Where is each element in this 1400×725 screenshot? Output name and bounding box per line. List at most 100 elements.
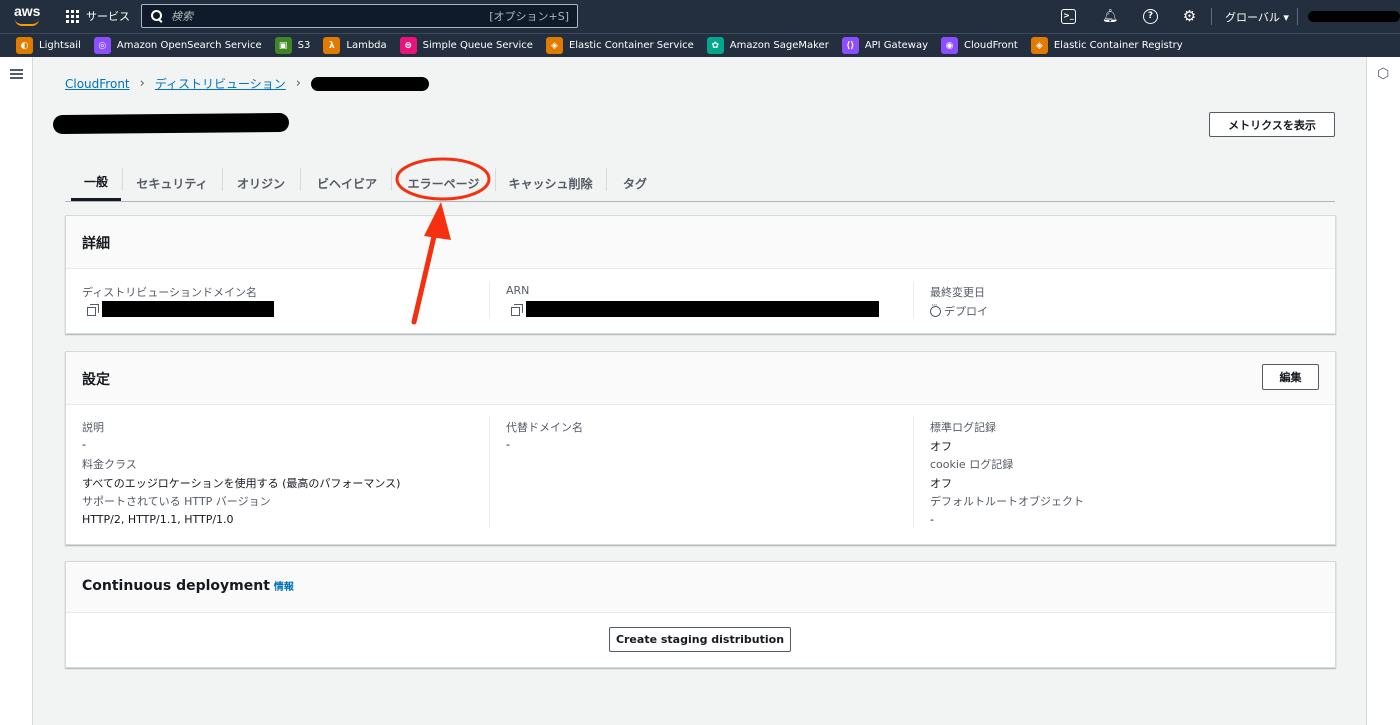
favorite-elastic-container-registry[interactable]: ◈ Elastic Container Registry bbox=[1030, 37, 1183, 54]
copy-icon[interactable] bbox=[87, 304, 99, 316]
default-root-object-value: - bbox=[930, 513, 934, 526]
details-panel: 詳細 ディストリビューションドメイン名 ARN 最終変更日 デプロイ bbox=[65, 215, 1336, 334]
favorite-api-gateway[interactable]: ⟨⟩ API Gateway bbox=[841, 37, 928, 54]
tab-bar: 一般 セキュリティ オリジン ビヘイビア エラーページ キャッシュ削除 タグ bbox=[65, 165, 1335, 202]
favorite-lightsail[interactable]: ◐ Lightsail bbox=[16, 37, 81, 54]
details-title: 詳細 bbox=[82, 236, 110, 252]
standard-logging-value: オフ bbox=[930, 440, 952, 453]
default-root-object-label: デフォルトルートオブジェクト bbox=[930, 495, 1084, 508]
domain-name-label: ディストリビューションドメイン名 bbox=[82, 286, 258, 299]
service-icon: ▣ bbox=[274, 37, 292, 54]
tab-error-pages[interactable]: エラーページ bbox=[397, 165, 490, 201]
alternate-domain-label: 代替ドメイン名 bbox=[506, 421, 583, 434]
pending-status-icon bbox=[930, 301, 941, 317]
tab-divider bbox=[300, 168, 301, 191]
service-icon: ⊜ bbox=[399, 37, 417, 54]
cookie-logging-label: cookie ログ記録 bbox=[930, 458, 1014, 471]
tab-behaviors[interactable]: ビヘイビア bbox=[306, 165, 388, 201]
account-menu-redacted[interactable] bbox=[1308, 11, 1400, 22]
page-title-redacted bbox=[52, 112, 290, 135]
favorite-amazon-sagemaker[interactable]: ✿ Amazon SageMaker bbox=[706, 37, 829, 54]
http-versions-label: サポートされている HTTP バージョン bbox=[82, 495, 271, 508]
service-icon: ◈ bbox=[545, 37, 563, 54]
tab-divider bbox=[495, 168, 496, 191]
tab-divider bbox=[391, 168, 392, 191]
right-rail: ⬡ bbox=[1366, 57, 1400, 725]
description-value: - bbox=[82, 438, 86, 451]
service-icon: ◈ bbox=[1030, 37, 1048, 54]
breadcrumb-distributions-link[interactable]: ディストリビューション bbox=[155, 75, 286, 92]
service-icon: ✿ bbox=[706, 37, 724, 54]
column-divider bbox=[489, 281, 490, 319]
service-icon: ⟨⟩ bbox=[841, 37, 859, 54]
last-modified-label: 最終変更日 bbox=[930, 286, 985, 299]
tab-origins[interactable]: オリジン bbox=[228, 165, 294, 201]
region-selector[interactable]: グローバル ▾ bbox=[1225, 9, 1289, 25]
service-icon: ◎ bbox=[93, 37, 111, 54]
info-link[interactable]: 情報 bbox=[274, 582, 294, 593]
search-icon bbox=[151, 10, 163, 22]
services-menu-button[interactable]: サービス bbox=[66, 8, 130, 24]
tab-security[interactable]: セキュリティ bbox=[128, 165, 216, 201]
favorites-bar: ◐ Lightsail ◎ Amazon OpenSearch Service ▣ S3 λ… bbox=[0, 33, 1400, 57]
view-metrics-button[interactable]: メトリクスを表示 bbox=[1209, 112, 1335, 137]
tab-invalidations[interactable]: キャッシュ削除 bbox=[501, 165, 600, 201]
domain-name-redacted bbox=[102, 301, 274, 317]
breadcrumb-current-redacted bbox=[310, 76, 429, 91]
last-modified-value: デプロイ bbox=[930, 301, 988, 319]
top-navigation: aws サービス [オプション+S] >_ 🔔︎ ? ⚙ グローバル ▾ bbox=[0, 0, 1400, 33]
tab-divider bbox=[122, 168, 123, 191]
search-input[interactable] bbox=[171, 9, 490, 23]
settings-title: 設定 bbox=[82, 372, 110, 388]
service-icon: ◐ bbox=[16, 37, 33, 54]
favorite-simple-queue-service[interactable]: ⊜ Simple Queue Service bbox=[399, 37, 533, 54]
column-divider bbox=[489, 416, 490, 528]
settings-panel: 設定 説明 - 料金クラス すべてのエッジロケーションを使用する (最高のパフォ… bbox=[65, 351, 1336, 545]
service-icon: λ bbox=[323, 37, 341, 54]
cookie-logging-value: オフ bbox=[930, 477, 952, 490]
tab-tags[interactable]: タグ bbox=[612, 165, 658, 201]
gear-icon[interactable]: ⚙ bbox=[1182, 9, 1197, 24]
chevron-right-icon: › bbox=[295, 76, 301, 91]
http-versions-value: HTTP/2, HTTP/1.1, HTTP/1.0 bbox=[82, 513, 234, 526]
menu-icon[interactable] bbox=[10, 69, 23, 79]
standard-logging-label: 標準ログ記録 bbox=[930, 421, 996, 434]
search-shortcut-hint: [オプション+S] bbox=[489, 10, 569, 23]
breadcrumb-cloudfront-link[interactable]: CloudFront bbox=[65, 77, 130, 91]
continuous-deployment-title: Continuous deployment 情報 bbox=[82, 578, 294, 594]
search-box[interactable]: [オプション+S] bbox=[141, 4, 578, 28]
create-staging-distribution-button[interactable]: Create staging distribution bbox=[609, 627, 791, 652]
tab-divider bbox=[606, 168, 607, 191]
favorite-s3[interactable]: ▣ S3 bbox=[274, 37, 310, 54]
arn-label: ARN bbox=[506, 284, 530, 297]
tab-general[interactable]: 一般 bbox=[71, 165, 121, 201]
grid-icon bbox=[66, 9, 79, 23]
divider bbox=[1211, 8, 1212, 25]
column-divider bbox=[913, 281, 914, 319]
bell-icon[interactable]: 🔔︎ bbox=[1102, 9, 1119, 24]
breadcrumb: CloudFront › ディストリビューション › bbox=[65, 75, 429, 92]
chevron-right-icon: › bbox=[139, 76, 145, 91]
details-panel-header: 詳細 bbox=[66, 216, 1335, 269]
favorite-elastic-container-service[interactable]: ◈ Elastic Container Service bbox=[545, 37, 694, 54]
hexagon-settings-icon[interactable]: ⬡ bbox=[1377, 67, 1391, 81]
cloudshell-icon[interactable]: >_ bbox=[1061, 9, 1076, 24]
divider bbox=[1297, 8, 1298, 25]
help-icon[interactable]: ? bbox=[1143, 9, 1158, 24]
arn-redacted bbox=[526, 301, 879, 317]
settings-panel-header: 設定 bbox=[66, 352, 1335, 405]
price-class-label: 料金クラス bbox=[82, 458, 137, 471]
price-class-value: すべてのエッジロケーションを使用する (最高のパフォーマンス) bbox=[82, 477, 401, 490]
edit-settings-button[interactable]: 編集 bbox=[1262, 364, 1319, 390]
description-label: 説明 bbox=[82, 421, 104, 434]
aws-logo[interactable]: aws bbox=[14, 4, 42, 28]
copy-icon[interactable] bbox=[511, 304, 523, 316]
favorite-lambda[interactable]: λ Lambda bbox=[323, 37, 387, 54]
left-rail bbox=[0, 57, 33, 725]
alternate-domain-value: - bbox=[506, 438, 510, 451]
favorite-amazon-opensearch-service[interactable]: ◎ Amazon OpenSearch Service bbox=[93, 37, 262, 54]
favorite-cloudfront[interactable]: ◉ CloudFront bbox=[941, 37, 1018, 54]
continuous-deployment-header: Continuous deployment 情報 bbox=[66, 562, 1335, 613]
service-icon: ◉ bbox=[941, 37, 958, 54]
tab-divider bbox=[222, 168, 223, 191]
